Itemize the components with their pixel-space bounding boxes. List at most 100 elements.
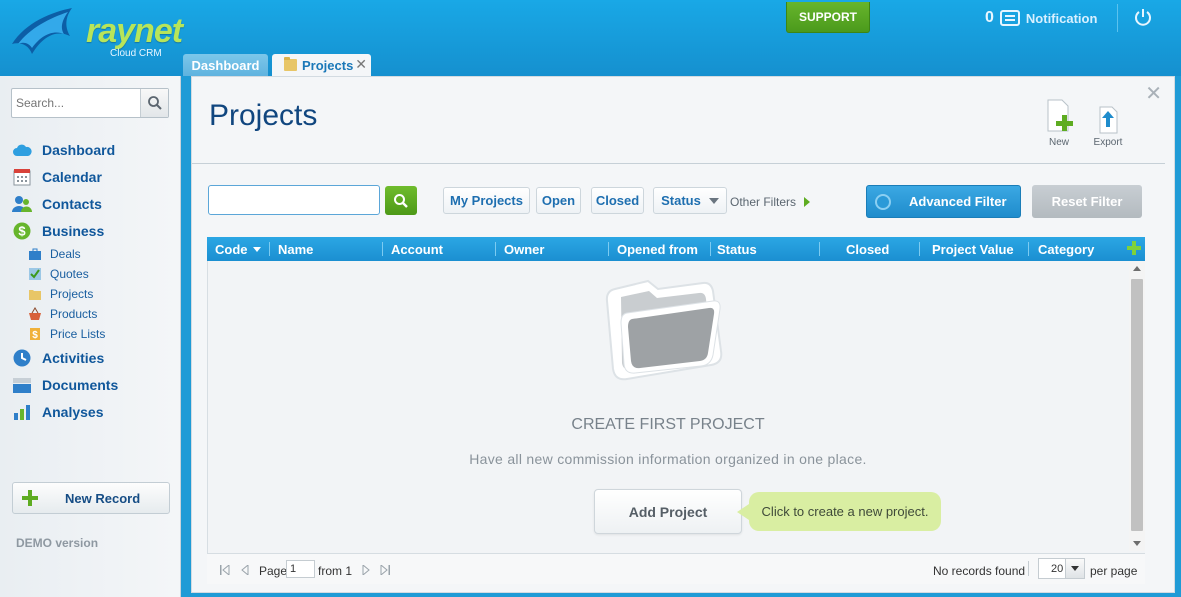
nav-label: Activities: [42, 349, 105, 366]
documents-icon: [12, 376, 32, 394]
close-panel-icon[interactable]: ✕: [1145, 81, 1162, 106]
sidebar-search: [11, 88, 169, 118]
export-button[interactable]: Export: [1088, 99, 1128, 148]
scroll-down-icon[interactable]: [1133, 541, 1141, 546]
nav-label: Documents: [42, 376, 119, 393]
new-button[interactable]: New: [1039, 99, 1079, 148]
sub-nav-projects[interactable]: Projects: [12, 284, 177, 304]
circle-icon: [875, 193, 891, 210]
nav-label: Analyses: [42, 403, 104, 420]
other-filters-link[interactable]: Other Filters: [730, 195, 811, 209]
first-page-icon[interactable]: [220, 565, 230, 575]
sidebar: Dashboard Calendar Contacts $ Business D…: [0, 76, 181, 597]
demo-version-label: DEMO version: [16, 536, 99, 550]
search-submit-button[interactable]: [385, 186, 417, 215]
chevron-down-icon: [708, 197, 719, 204]
arrow-right-icon: [804, 197, 811, 207]
tab-strip: Dashboard Projects ✕: [183, 54, 371, 76]
column-code[interactable]: Code: [215, 237, 261, 261]
folder-icon: [284, 57, 297, 71]
column-owner[interactable]: Owner: [504, 237, 544, 261]
sub-nav-label: Projects: [50, 287, 94, 301]
sub-nav-price-lists[interactable]: $ Price Lists: [12, 324, 177, 344]
pricelist-icon: $: [30, 328, 40, 341]
last-page-icon[interactable]: [380, 565, 390, 575]
main-navigation: Dashboard Calendar Contacts $ Business D…: [12, 136, 177, 425]
nav-analyses[interactable]: Analyses: [12, 398, 177, 425]
filter-status-dropdown[interactable]: Status: [653, 187, 727, 214]
advanced-filter-label: Advanced Filter: [909, 194, 1007, 209]
dollar-icon: $: [12, 222, 32, 240]
column-project-value[interactable]: Project Value: [932, 237, 1014, 261]
sub-nav-products[interactable]: Products: [12, 304, 177, 324]
nav-activities[interactable]: Activities: [12, 344, 177, 371]
cloud-icon: [12, 141, 32, 159]
add-project-tooltip: Click to create a new project.: [737, 492, 941, 531]
sub-nav-deals[interactable]: Deals: [12, 244, 177, 264]
column-divider: [1028, 242, 1029, 256]
nav-calendar[interactable]: Calendar: [12, 163, 177, 190]
nav-label: Dashboard: [42, 141, 116, 158]
divider: [1117, 4, 1118, 32]
pagination-bar: Page 1 from 1 No records found 20 per pa…: [207, 553, 1145, 584]
page-number-input[interactable]: 1: [286, 560, 315, 578]
sub-nav-quotes[interactable]: Quotes: [12, 264, 177, 284]
column-opened-from[interactable]: Opened from: [617, 237, 698, 261]
scroll-up-icon[interactable]: [1133, 266, 1141, 271]
nav-label: Calendar: [42, 168, 102, 185]
nav-label: Contacts: [42, 195, 102, 212]
column-name[interactable]: Name: [278, 237, 313, 261]
nav-dashboard[interactable]: Dashboard: [12, 136, 177, 163]
advanced-filter-button[interactable]: Advanced Filter: [866, 185, 1021, 218]
tab-projects[interactable]: Projects ✕: [272, 54, 371, 76]
support-button[interactable]: SUPPORT: [786, 2, 870, 33]
search-icon: [147, 96, 162, 110]
vertical-scrollbar[interactable]: [1129, 261, 1145, 551]
project-search-input[interactable]: [208, 185, 380, 215]
empty-state-subtitle: Have all new commission information orga…: [469, 451, 867, 467]
no-records-label: No records found: [933, 564, 1026, 578]
previous-page-icon[interactable]: [240, 565, 250, 575]
column-category[interactable]: Category: [1038, 237, 1094, 261]
per-page-select[interactable]: 20: [1038, 558, 1085, 579]
main-panel: Projects ✕ New Export My Projects Open C…: [191, 76, 1175, 593]
sort-down-icon: [252, 246, 261, 252]
search-button[interactable]: [140, 89, 168, 117]
column-divider: [710, 242, 711, 256]
next-page-icon[interactable]: [361, 565, 371, 575]
notification-area[interactable]: 0 Notification: [985, 8, 1097, 28]
add-project-button[interactable]: Add Project: [594, 489, 742, 534]
column-divider: [608, 242, 609, 256]
column-label: Code: [215, 241, 248, 257]
reset-filter-button[interactable]: Reset Filter: [1032, 185, 1142, 218]
grid-header: Code Name Account Owner Opened from Stat…: [207, 237, 1145, 261]
close-tab-icon[interactable]: ✕: [355, 56, 367, 73]
filter-open[interactable]: Open: [536, 187, 581, 214]
status-label: Status: [661, 193, 701, 208]
filter-my-projects[interactable]: My Projects: [443, 187, 530, 214]
raynet-logo[interactable]: raynet Cloud CRM: [8, 4, 183, 60]
page-title: Projects: [209, 99, 318, 132]
nav-contacts[interactable]: Contacts: [12, 190, 177, 217]
chevron-down-icon[interactable]: [1065, 559, 1084, 578]
column-divider: [269, 242, 270, 256]
new-record-label: New Record: [65, 490, 141, 506]
folder-icon: [29, 290, 41, 300]
sub-nav-label: Quotes: [50, 267, 89, 281]
tab-dashboard[interactable]: Dashboard: [183, 54, 268, 76]
analyses-icon: [12, 403, 32, 421]
sub-nav-label: Deals: [50, 247, 81, 261]
column-account[interactable]: Account: [391, 237, 443, 261]
nav-documents[interactable]: Documents: [12, 371, 177, 398]
new-record-button[interactable]: New Record: [12, 482, 170, 514]
basket-icon: [29, 307, 41, 320]
column-status[interactable]: Status: [717, 237, 757, 261]
column-divider: [919, 242, 920, 256]
search-input[interactable]: [12, 90, 140, 116]
power-icon[interactable]: [1134, 8, 1152, 26]
column-closed[interactable]: Closed: [846, 237, 889, 261]
scroll-thumb[interactable]: [1131, 279, 1143, 531]
nav-business[interactable]: $ Business: [12, 217, 177, 244]
add-column-icon[interactable]: [1127, 241, 1141, 255]
filter-closed[interactable]: Closed: [591, 187, 644, 214]
